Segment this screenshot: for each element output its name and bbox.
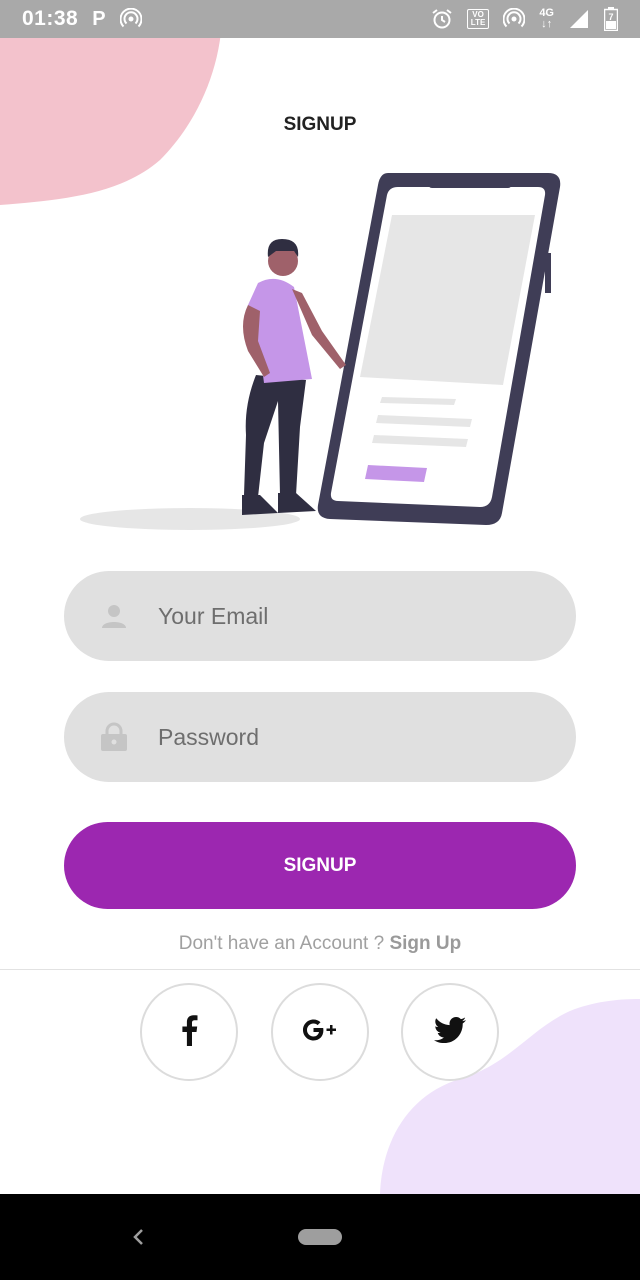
status-time: 01:38 <box>22 7 79 30</box>
alarm-icon <box>431 8 453 30</box>
volte-bottom-label: LTE <box>470 18 486 27</box>
phone-graphic <box>317 173 561 525</box>
page-title: SIGNUP <box>283 114 357 135</box>
back-icon[interactable] <box>128 1224 148 1255</box>
signal-icon <box>568 8 590 30</box>
google-plus-button[interactable] <box>271 983 369 1081</box>
google-plus-icon <box>303 1019 337 1046</box>
status-right: VO LTE 4G ↓↑ 7 <box>431 7 618 31</box>
facebook-button[interactable] <box>140 983 238 1081</box>
account-question: Don't have an Account ? <box>178 933 390 954</box>
battery-level: 7 <box>608 12 613 22</box>
twitter-icon <box>434 1016 466 1048</box>
sign-up-link[interactable]: Sign Up <box>389 933 461 954</box>
password-field[interactable] <box>64 692 576 782</box>
person-icon <box>100 602 128 630</box>
signup-illustration <box>80 173 561 530</box>
email-field[interactable] <box>64 571 576 661</box>
facebook-icon <box>180 1014 198 1051</box>
signup-button[interactable]: SIGNUP <box>64 822 576 909</box>
twitter-button[interactable] <box>401 983 499 1081</box>
status-bar: 01:38 P VO LTE 4G ↓↑ 7 <box>0 0 640 38</box>
home-button[interactable] <box>298 1229 342 1245</box>
navigation-bar <box>0 1194 640 1280</box>
hotspot-icon <box>119 8 142 30</box>
divider <box>0 969 640 970</box>
password-input[interactable] <box>158 723 518 751</box>
email-input[interactable] <box>158 602 518 630</box>
status-left: 01:38 P <box>22 7 142 31</box>
volte-icon: VO LTE <box>466 9 490 29</box>
hotspot-icon-secondary <box>503 8 526 30</box>
battery-icon: 7 <box>604 7 618 31</box>
lock-icon <box>100 722 128 751</box>
account-prompt: Don't have an Account ? Sign Up <box>0 933 640 955</box>
network-type-icon: 4G ↓↑ <box>539 7 554 30</box>
network-type-label: 4G <box>539 7 554 19</box>
parking-notification-icon: P <box>92 7 106 30</box>
